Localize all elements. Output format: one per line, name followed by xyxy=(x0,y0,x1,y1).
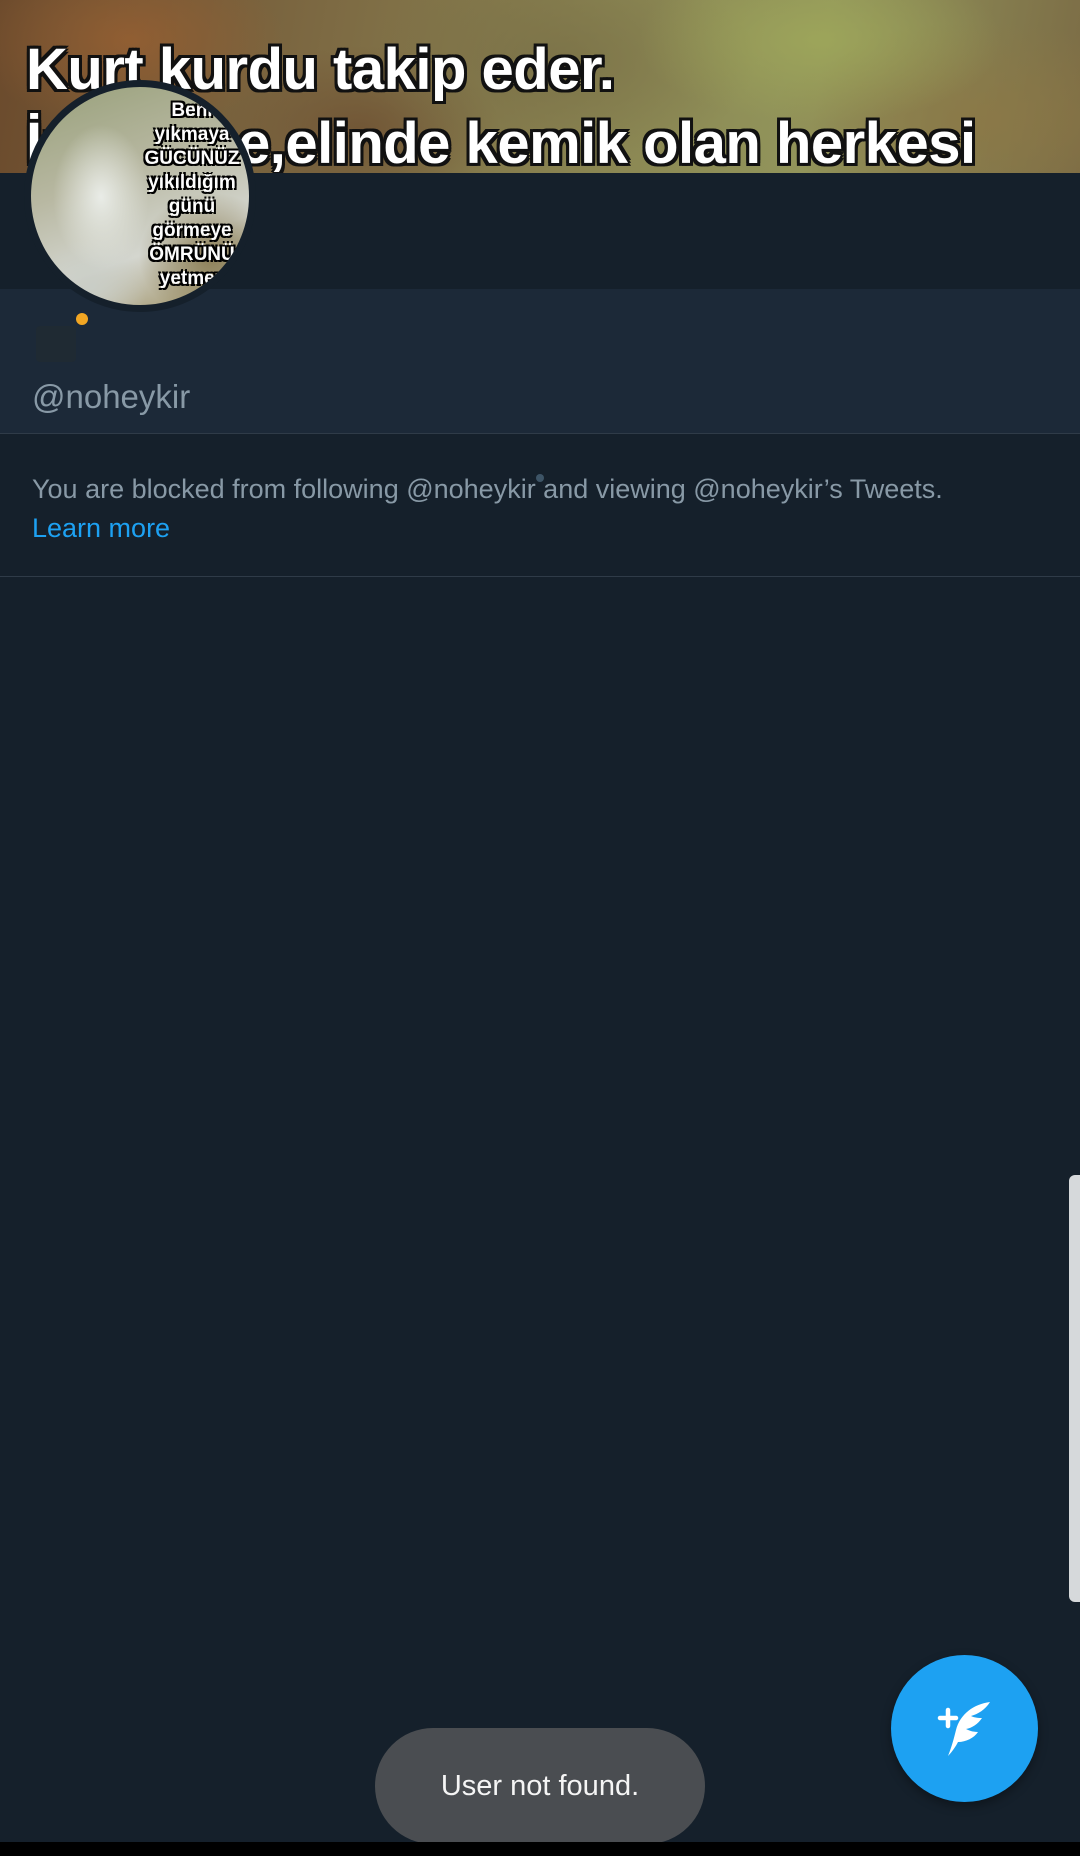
loading-dot xyxy=(536,474,544,482)
avatar-caption-line: görmeye xyxy=(152,220,232,241)
compose-tweet-button[interactable] xyxy=(891,1655,1038,1802)
section-divider xyxy=(0,576,1080,577)
blocked-notice-text: You are blocked from following @noheykir… xyxy=(32,474,943,504)
display-name-dot xyxy=(76,313,88,325)
avatar-caption: Beni yıkmaya GÜCÜNÜZ yıkıldığım günü gör… xyxy=(127,99,249,291)
avatar-caption-line: Beni xyxy=(171,100,213,121)
compose-tweet-icon xyxy=(937,1701,990,1756)
bottom-edge xyxy=(0,1842,1080,1856)
profile-handle: @noheykir xyxy=(32,378,191,415)
profile-screen: Kurt kurdu takip eder. İnsan ise,elinde … xyxy=(0,0,1080,1856)
blocked-notice: You are blocked from following @noheykir… xyxy=(32,470,1052,548)
avatar-caption-line: GÜCÜNÜZ xyxy=(144,148,240,169)
toast-notification: User not found. xyxy=(375,1728,705,1844)
avatar-caption-line: yıkmaya xyxy=(154,124,230,145)
scroll-indicator[interactable] xyxy=(1069,1175,1080,1602)
learn-more-link[interactable]: Learn more xyxy=(32,509,170,548)
avatar-caption-line: günü xyxy=(168,196,216,217)
profile-avatar[interactable]: Beni yıkmaya GÜCÜNÜZ yıkıldığım günü gör… xyxy=(24,80,256,312)
avatar-caption-line: ÖMRÜNÜ xyxy=(149,244,235,265)
avatar-caption-line: yetmez xyxy=(159,268,225,289)
avatar-caption-line: yıkıldığım xyxy=(148,172,236,193)
display-name-emoji xyxy=(36,326,76,362)
toast-message: User not found. xyxy=(440,1769,640,1802)
